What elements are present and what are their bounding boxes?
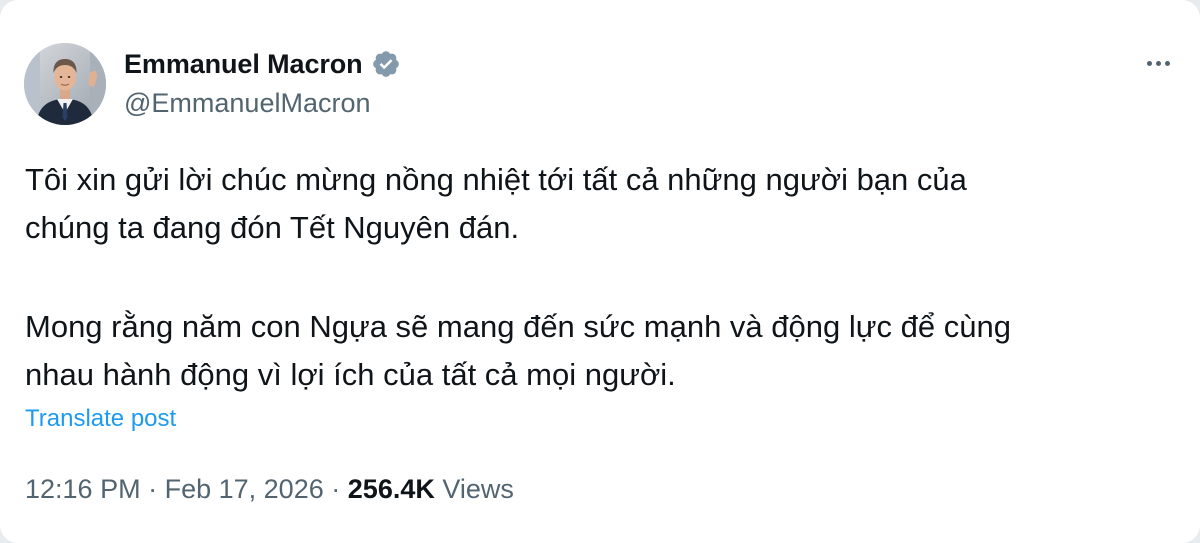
author-display-name[interactable]: Emmanuel Macron [124,49,363,80]
more-dot [1146,60,1152,66]
author-handle[interactable]: @EmmanuelMacron [124,88,371,119]
verified-badge-icon [371,49,401,79]
post-paragraph-1: Tôi xin gửi lời chúc mừng nồng nhiệt tới… [25,156,1165,252]
post-time[interactable]: 12:16 PM [25,474,141,505]
views-count[interactable]: 256.4K [348,474,435,505]
post-metadata: 12:16 PM · Feb 17, 2026 · 256.4K Views [25,474,514,505]
post-line: nhau hành động vì lợi ích của tất cả mọi… [25,357,676,392]
post-paragraph-2: Mong rằng năm con Ngựa sẽ mang đến sức m… [25,303,1165,399]
separator-dot: · [148,474,158,504]
avatar-image [24,43,106,125]
tweet-card: Emmanuel Macron @EmmanuelMacron Tôi xin … [0,0,1200,543]
post-line: Tôi xin gửi lời chúc mừng nồng nhiệt tới… [25,162,967,197]
views-label[interactable]: Views [442,474,514,505]
post-line: chúng ta đang đón Tết Nguyên đán. [25,210,520,245]
post-line: Mong rằng năm con Ngựa sẽ mang đến sức m… [25,309,1011,344]
separator-dot: · [331,474,341,504]
more-dot [1164,60,1170,66]
post-date[interactable]: Feb 17, 2026 [165,474,324,505]
more-options-icon[interactable] [1138,48,1178,78]
meta-separator: · [324,474,348,505]
translate-post-link[interactable]: Translate post [25,405,176,433]
views-spacer [435,474,443,505]
avatar[interactable] [24,43,106,125]
meta-separator: · [141,474,165,505]
more-dot [1155,60,1161,66]
author-name-row: Emmanuel Macron [124,46,401,82]
